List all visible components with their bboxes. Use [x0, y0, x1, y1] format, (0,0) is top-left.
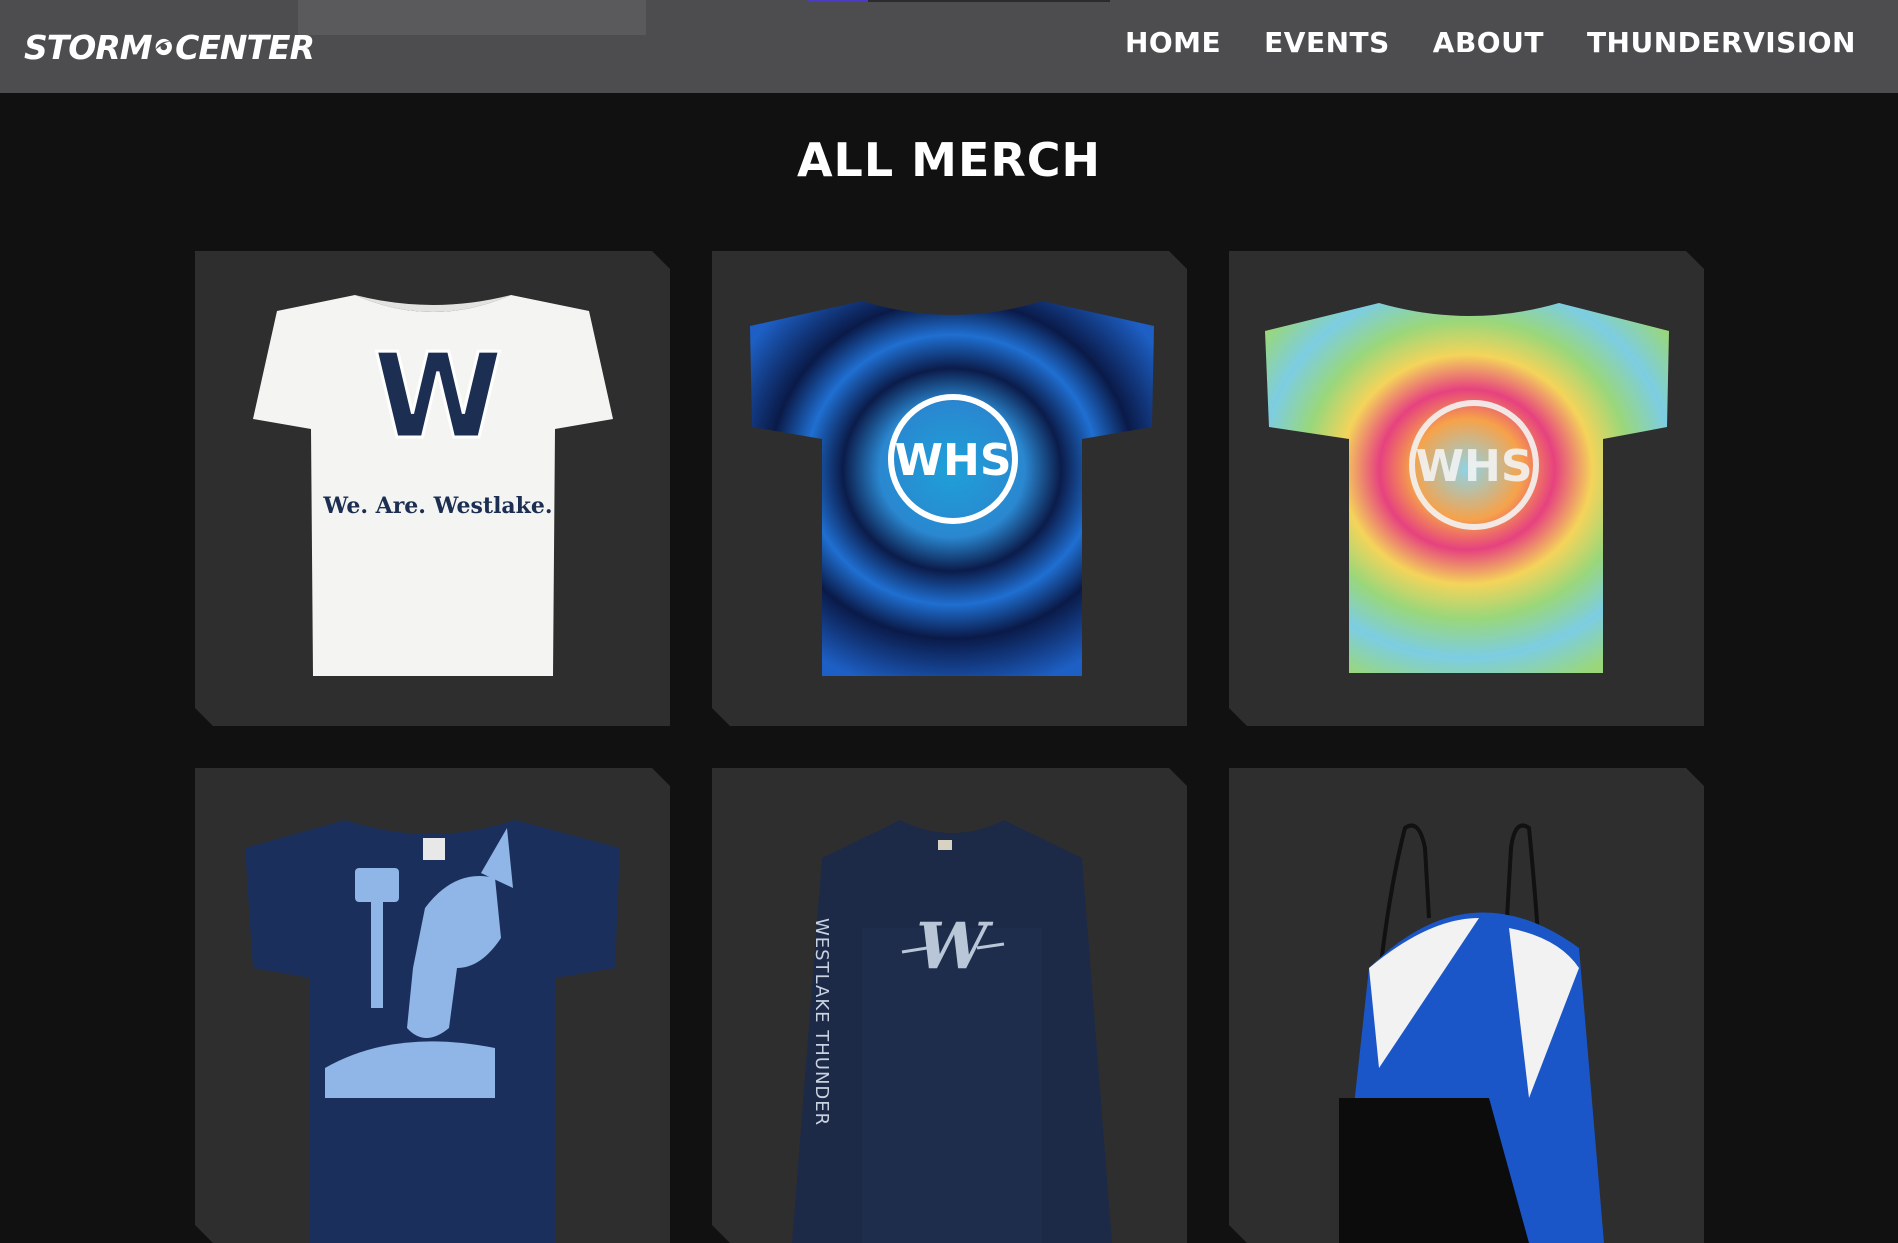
- page-title: ALL MERCH: [796, 133, 1102, 187]
- white-tshirt-image: W We. Are. Westlake.: [195, 251, 670, 726]
- blue-tiedye-tshirt-image: WHS: [712, 251, 1187, 726]
- product-card-drawstring-bag[interactable]: [1229, 768, 1704, 1243]
- tshirt-print-text: WHS: [894, 435, 1011, 486]
- navy-tshirt-image: [195, 768, 670, 1243]
- tshirt-print-letter: W: [373, 327, 503, 465]
- nav-events-link[interactable]: EVENTS: [1264, 26, 1390, 59]
- overlay-card-remnant: [298, 0, 646, 35]
- product-card-rainbow-tiedye-tee[interactable]: WHS: [1229, 251, 1704, 726]
- rainbow-tiedye-tshirt-image: WHS: [1229, 251, 1704, 726]
- navy-longsleeve-image: W WESTLAKE THUNDER: [712, 768, 1187, 1243]
- product-card-we-are-westlake-tee[interactable]: W We. Are. Westlake.: [195, 251, 670, 726]
- nav-home-link[interactable]: HOME: [1125, 26, 1221, 59]
- product-card-navy-longsleeve[interactable]: W WESTLAKE THUNDER: [712, 768, 1187, 1243]
- main-nav: HOME EVENTS ABOUT THUNDERVISION: [1125, 26, 1856, 59]
- tshirt-print-text: WHS: [1415, 441, 1532, 492]
- overlay-progress-remnant: [808, 0, 1110, 2]
- nav-about-link[interactable]: ABOUT: [1433, 26, 1544, 59]
- logo-text-center: CENTER: [175, 27, 315, 67]
- top-navigation-bar: STORM CENTER HOME EVENTS ABOUT THUNDERVI…: [0, 0, 1898, 93]
- nav-thundervision-link[interactable]: THUNDERVISION: [1587, 26, 1856, 59]
- drawstring-bag-image: [1229, 768, 1704, 1243]
- storm-swirl-icon: [155, 38, 172, 56]
- product-card-blue-tiedye-tee[interactable]: WHS: [712, 251, 1187, 726]
- storm-center-logo[interactable]: STORM CENTER: [24, 18, 315, 76]
- product-card-navy-thunder-tee[interactable]: [195, 768, 670, 1243]
- logo-text-storm: STORM: [24, 27, 153, 67]
- sleeve-print-text: WESTLAKE THUNDER: [811, 918, 832, 1126]
- tshirt-print-text: We. Are. Westlake.: [322, 493, 552, 519]
